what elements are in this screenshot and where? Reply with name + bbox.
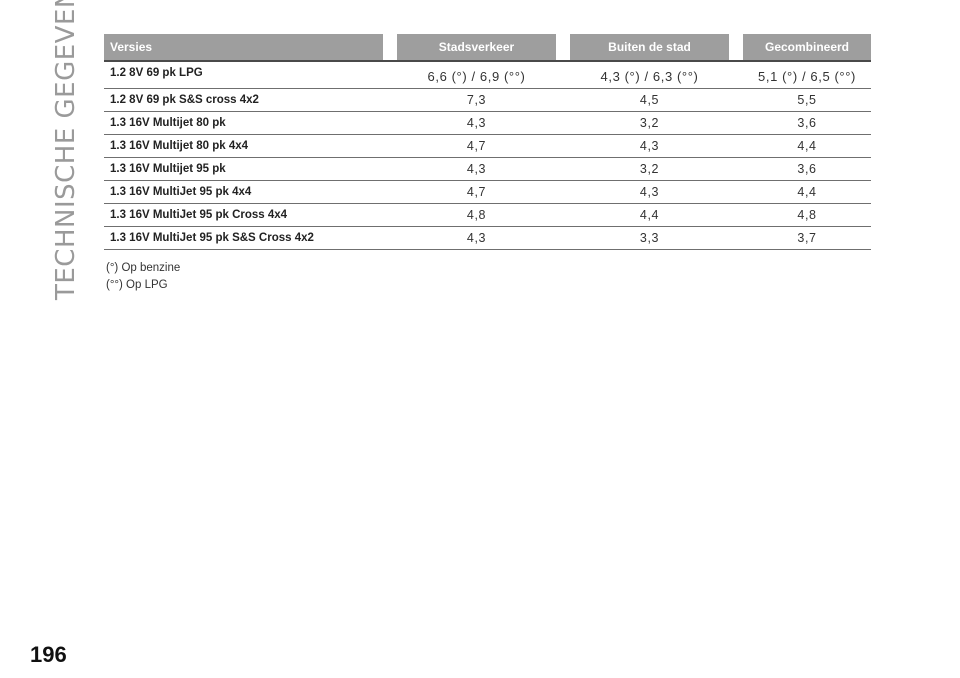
combined-cell: 5,5 xyxy=(797,93,817,107)
combined-cell: 3,7 xyxy=(797,231,817,245)
outside-cell: 4,3 (°) / 6,3 (°°) xyxy=(600,69,699,84)
table-row: 1.2 8V 69 pk S&S cross 4x2 7,3 4,5 5,5 xyxy=(104,89,871,112)
combined-cell: 3,6 xyxy=(797,162,817,176)
combined-cell: 4,4 xyxy=(797,185,817,199)
city-cell: 4,3 xyxy=(466,162,487,176)
header-buiten-de-stad: Buiten de stad xyxy=(570,34,729,60)
header-stadsverkeer: Stadsverkeer xyxy=(397,34,556,60)
footnotes: (°) Op benzine (°°) Op LPG xyxy=(106,260,180,294)
table-row: 1.3 16V MultiJet 95 pk S&S Cross 4x2 4,3… xyxy=(104,227,871,250)
table-row: 1.3 16V MultiJet 95 pk 4x4 4,7 4,3 4,4 xyxy=(104,181,871,204)
table-row: 1.3 16V Multijet 95 pk 4,3 3,2 3,6 xyxy=(104,158,871,181)
version-cell: 1.3 16V MultiJet 95 pk 4x4 xyxy=(110,186,252,198)
city-cell: 4,7 xyxy=(466,139,487,153)
version-cell: 1.3 16V Multijet 80 pk 4x4 xyxy=(110,140,249,152)
version-cell: 1.3 16V Multijet 95 pk xyxy=(110,163,226,175)
table-row: 1.3 16V Multijet 80 pk 4x4 4,7 4,3 4,4 xyxy=(104,135,871,158)
combined-cell: 3,6 xyxy=(797,116,817,130)
outside-cell: 4,5 xyxy=(639,93,660,107)
header-versies: Versies xyxy=(104,34,383,60)
table-row: 1.3 16V Multijet 80 pk 4,3 3,2 3,6 xyxy=(104,112,871,135)
outside-cell: 3,2 xyxy=(639,116,660,130)
city-cell: 4,8 xyxy=(466,208,487,222)
table-row: 1.3 16V MultiJet 95 pk Cross 4x4 4,8 4,4… xyxy=(104,204,871,227)
outside-cell: 4,4 xyxy=(639,208,660,222)
footnote-lpg: (°°) Op LPG xyxy=(106,279,168,291)
version-cell: 1.2 8V 69 pk LPG xyxy=(110,67,203,79)
table-header: Versies Stadsverkeer Buiten de stad Geco… xyxy=(104,34,871,60)
section-title: TECHNISCHE GEGEVENS xyxy=(51,0,81,300)
combined-cell: 4,4 xyxy=(797,139,817,153)
combined-cell: 5,1 (°) / 6,5 (°°) xyxy=(758,69,856,84)
page-number: 196 xyxy=(30,642,67,667)
version-cell: 1.3 16V MultiJet 95 pk Cross 4x4 xyxy=(110,209,288,221)
city-cell: 7,3 xyxy=(466,93,487,107)
city-cell: 4,3 xyxy=(466,231,487,245)
header-gecombineerd: Gecombineerd xyxy=(743,34,871,60)
version-cell: 1.2 8V 69 pk S&S cross 4x2 xyxy=(110,94,259,106)
city-cell: 4,7 xyxy=(466,185,487,199)
outside-cell: 4,3 xyxy=(639,139,660,153)
outside-cell: 3,3 xyxy=(639,231,660,245)
version-cell: 1.3 16V Multijet 80 pk xyxy=(110,117,226,129)
footnote-benzine: (°) Op benzine xyxy=(106,262,181,274)
outside-cell: 3,2 xyxy=(639,162,660,176)
city-cell: 4,3 xyxy=(466,116,487,130)
version-cell: 1.3 16V MultiJet 95 pk S&S Cross 4x2 xyxy=(110,232,314,244)
consumption-table: Versies Stadsverkeer Buiten de stad Geco… xyxy=(104,34,871,250)
table-row: 1.2 8V 69 pk LPG 6,6 (°) / 6,9 (°°) 4,3 … xyxy=(104,62,871,89)
outside-cell: 4,3 xyxy=(639,185,660,199)
combined-cell: 4,8 xyxy=(797,208,817,222)
city-cell: 6,6 (°) / 6,9 (°°) xyxy=(427,69,526,84)
